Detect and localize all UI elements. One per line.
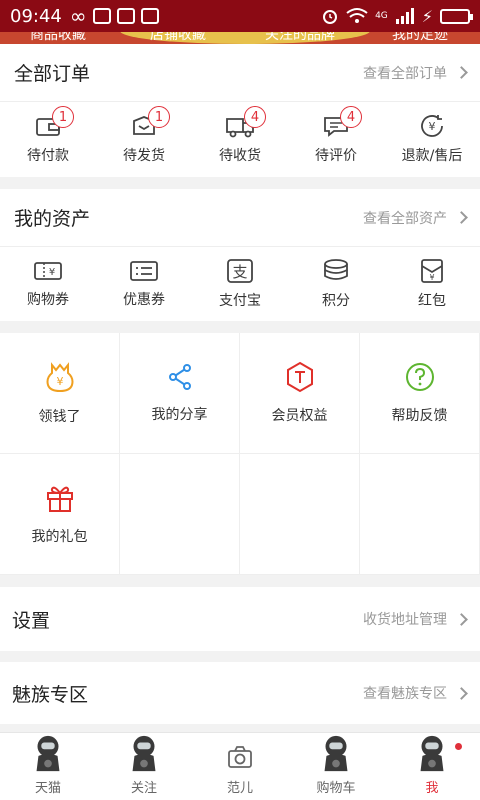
tool-get-money[interactable]: ¥ 领钱了 [0, 333, 120, 454]
signal-icon [395, 8, 414, 24]
coupon-icon [130, 261, 158, 281]
order-pending-review[interactable]: 4 待评价 [288, 102, 384, 176]
chevron-right-icon [455, 66, 468, 79]
orders-row: 1 待付款 1 待发货 4 待收货 4 待评价 ¥ 退款/售后 [0, 102, 480, 176]
nav-follow[interactable]: 关注 [96, 733, 192, 800]
view-all-assets-link[interactable]: 查看全部资产 [363, 208, 468, 228]
refund-icon: ¥ [421, 115, 443, 137]
infinity-icon: ∞ [69, 4, 87, 28]
tmall-mascot-icon [36, 735, 60, 772]
chevron-right-icon [455, 686, 468, 700]
svg-text:¥: ¥ [429, 120, 436, 133]
share-icon [168, 364, 191, 390]
order-count-badge: 4 [340, 106, 362, 128]
tool-my-share[interactable]: 我的分享 [120, 333, 240, 454]
alipay-icon: 支 [227, 259, 253, 283]
nav-tmall[interactable]: 天猫 [0, 733, 96, 800]
chevron-right-icon [455, 612, 468, 626]
nav-me[interactable]: 我 [384, 733, 480, 800]
order-count-badge: 1 [52, 106, 74, 128]
app-notification-icon [140, 8, 159, 24]
tools-grid: ¥ 领钱了 我的分享 会员权益 帮助反馈 我的礼包 [0, 333, 480, 575]
nav-cart[interactable]: 购物车 [288, 733, 384, 800]
svg-text:支: 支 [232, 263, 247, 281]
order-refund[interactable]: ¥ 退款/售后 [384, 102, 480, 176]
chevron-right-icon [455, 211, 468, 224]
address-management-link[interactable]: 收货地址管理 [363, 609, 468, 629]
svg-text:¥: ¥ [429, 273, 434, 282]
order-pending-shipment[interactable]: 1 待发货 [96, 102, 192, 176]
red-envelope-icon: ¥ [421, 259, 443, 283]
orders-header[interactable]: 全部订单 查看全部订单 [0, 44, 480, 102]
gift-icon [46, 486, 73, 512]
order-count-badge: 4 [244, 106, 266, 128]
follow-mascot-icon [132, 735, 156, 772]
tool-member-benefits[interactable]: 会员权益 [240, 333, 360, 454]
member-icon [286, 361, 313, 393]
notification-icon [92, 8, 111, 24]
banner-item[interactable]: 店铺收藏 [150, 32, 206, 44]
alarm-icon [323, 10, 338, 24]
image-icon [116, 8, 135, 24]
order-pending-receipt[interactable]: 4 待收货 [192, 102, 288, 176]
settings-title: 设置 [12, 609, 51, 632]
empty-grid-cell [240, 454, 360, 575]
meizu-zone-title: 魅族专区 [12, 683, 89, 706]
asset-points[interactable]: 积分 [288, 247, 384, 321]
tool-my-gift[interactable]: 我的礼包 [0, 454, 120, 575]
orders-title: 全部订单 [14, 63, 91, 85]
banner-item[interactable]: 我的足迹 [392, 32, 448, 44]
empty-grid-cell [120, 454, 240, 575]
assets-section: 我的资产 查看全部资产 ¥ 购物券 优惠券 支 支付宝 积分 ¥ 红包 [0, 189, 480, 321]
charging-icon: ⚡ [421, 6, 433, 26]
assets-header[interactable]: 我的资产 查看全部资产 [0, 189, 480, 247]
me-mascot-icon [420, 735, 444, 772]
camera-icon [228, 746, 252, 768]
help-icon [405, 363, 434, 391]
assets-row: ¥ 购物券 优惠券 支 支付宝 积分 ¥ 红包 [0, 247, 480, 321]
orders-section: 全部订单 查看全部订单 1 待付款 1 待发货 4 待收货 4 待评价 ¥ 退款… [0, 44, 480, 177]
view-meizu-zone-link[interactable]: 查看魅族专区 [363, 683, 468, 703]
svg-text:¥: ¥ [56, 375, 63, 388]
asset-voucher[interactable]: ¥ 购物券 [0, 247, 96, 321]
shortcut-banner: 商品收藏 店铺收藏 关注的品牌 我的足迹 [0, 32, 480, 44]
asset-red-envelope[interactable]: ¥ 红包 [384, 247, 480, 321]
order-pending-payment[interactable]: 1 待付款 [0, 102, 96, 176]
status-time: 09:44 [10, 5, 62, 27]
empty-grid-cell [360, 454, 480, 575]
network-type: 4G [375, 11, 388, 21]
asset-alipay[interactable]: 支 支付宝 [192, 247, 288, 321]
battery-icon [440, 8, 473, 24]
meizu-zone-row[interactable]: 魅族专区 查看魅族专区 [0, 662, 480, 724]
settings-row[interactable]: 设置 收货地址管理 [0, 587, 480, 651]
bottom-navigation: 天猫 关注 范儿 购物车 我 [0, 732, 480, 800]
voucher-icon: ¥ [34, 262, 62, 280]
money-bag-icon: ¥ [46, 362, 73, 393]
tool-help-feedback[interactable]: 帮助反馈 [360, 333, 480, 454]
assets-title: 我的资产 [14, 208, 91, 230]
wifi-icon [346, 8, 368, 23]
banner-item[interactable]: 商品收藏 [30, 32, 86, 44]
nav-faner[interactable]: 范儿 [192, 733, 288, 800]
asset-coupon[interactable]: 优惠券 [96, 247, 192, 321]
points-icon [324, 259, 348, 280]
cart-mascot-icon [324, 735, 348, 772]
order-count-badge: 1 [148, 106, 170, 128]
view-all-orders-link[interactable]: 查看全部订单 [363, 63, 468, 83]
banner-item[interactable]: 关注的品牌 [265, 32, 335, 44]
svg-text:¥: ¥ [49, 267, 55, 278]
status-bar: 09:44 ∞ 4G ⚡ [0, 0, 480, 32]
notification-dot [455, 743, 462, 750]
